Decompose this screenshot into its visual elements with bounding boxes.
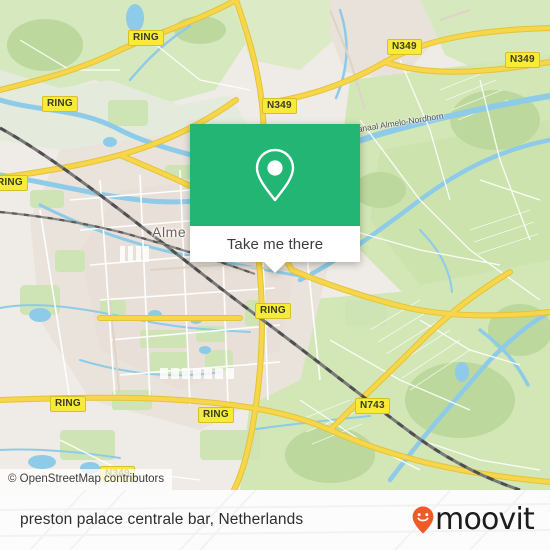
osm-attribution[interactable]: © OpenStreetMap contributors [0, 469, 173, 490]
screenshot-root: Alme Kanaal Almelo-Nordhorn RING RING N3… [0, 0, 550, 550]
popup-pointer-triangle [264, 262, 286, 273]
take-me-there-label: Take me there [226, 235, 324, 253]
location-title: preston palace centrale bar, Netherlands [20, 511, 304, 528]
map-canvas[interactable]: Alme Kanaal Almelo-Nordhorn RING RING N3… [0, 0, 550, 490]
bottom-info-bar: preston palace centrale bar, Netherlands… [0, 490, 550, 550]
moovit-smiley-pin-icon [412, 506, 434, 534]
road-shield-n743[interactable]: N743 [355, 398, 390, 414]
road-shield-ring[interactable]: RING [255, 303, 291, 319]
popup-action-footer[interactable]: Take me there [190, 226, 360, 273]
moovit-wordmark: moovit [435, 502, 535, 537]
road-shield-n349[interactable]: N349 [262, 98, 297, 114]
road-shield-ring[interactable]: RING [0, 175, 28, 191]
road-shield-n349[interactable]: N349 [387, 39, 422, 55]
road-shield-ring[interactable]: RING [128, 30, 164, 46]
road-shield-ring[interactable]: RING [198, 407, 234, 423]
map-pin-icon [255, 148, 295, 202]
road-shield-ring[interactable]: RING [50, 396, 86, 412]
location-popup-card[interactable]: Take me there [190, 124, 360, 273]
map-place-label-almelo: Alme [152, 224, 187, 240]
road-shield-n349[interactable]: N349 [505, 52, 540, 68]
road-shield-ring[interactable]: RING [42, 96, 78, 112]
popup-icon-panel [190, 124, 360, 226]
moovit-logo[interactable]: moovit [412, 502, 535, 537]
